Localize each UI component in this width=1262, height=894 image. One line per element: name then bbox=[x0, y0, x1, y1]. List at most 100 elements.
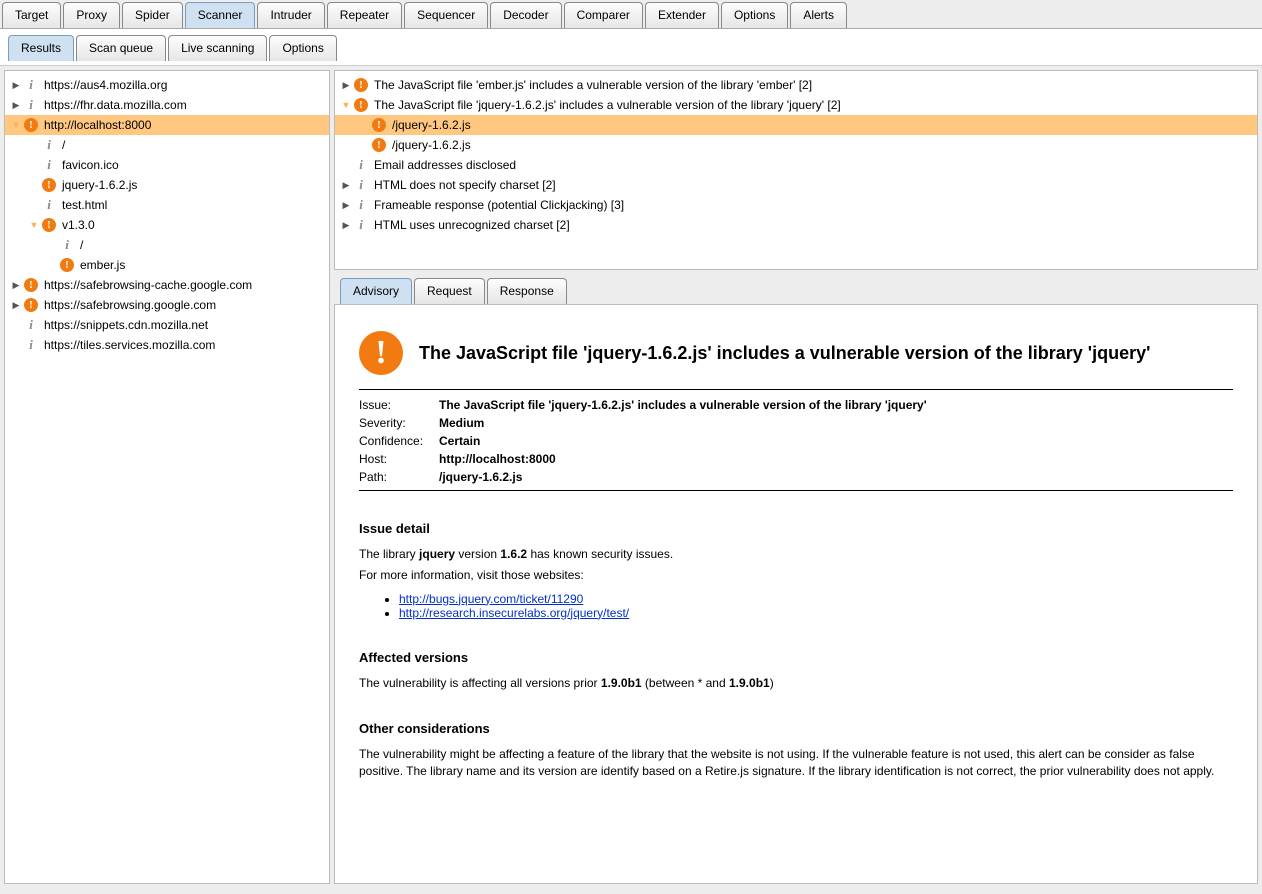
tree-row[interactable]: iEmail addresses disclosed bbox=[335, 155, 1257, 175]
info-icon: i bbox=[353, 177, 369, 193]
expand-arrow-icon[interactable]: ▶ bbox=[11, 75, 21, 95]
tree-label: / bbox=[60, 135, 65, 155]
expand-arrow-icon[interactable]: ▼ bbox=[29, 215, 39, 235]
info-icon: i bbox=[23, 97, 39, 113]
text: version bbox=[455, 547, 500, 561]
tree-label: The JavaScript file 'ember.js' includes … bbox=[372, 75, 812, 95]
issue-detail-more: For more information, visit those websit… bbox=[359, 567, 1233, 584]
value-severity: Medium bbox=[439, 416, 1233, 430]
warning-icon: ! bbox=[41, 217, 57, 233]
tree-label: Frameable response (potential Clickjacki… bbox=[372, 195, 624, 215]
divider bbox=[359, 490, 1233, 491]
tab-results[interactable]: Results bbox=[8, 35, 74, 61]
tab-repeater[interactable]: Repeater bbox=[327, 2, 402, 28]
tree-row[interactable]: !jquery-1.6.2.js bbox=[5, 175, 329, 195]
tree-label: HTML does not specify charset [2] bbox=[372, 175, 556, 195]
expand-arrow-icon[interactable]: ▶ bbox=[341, 75, 351, 95]
tree-row[interactable]: !/jquery-1.6.2.js bbox=[335, 135, 1257, 155]
tab-options[interactable]: Options bbox=[269, 35, 336, 61]
affected-heading: Affected versions bbox=[359, 650, 1233, 665]
expand-arrow-icon[interactable]: ▶ bbox=[11, 275, 21, 295]
info-icon: i bbox=[353, 197, 369, 213]
expand-arrow-icon[interactable]: ▶ bbox=[341, 195, 351, 215]
warning-icon: ! bbox=[41, 177, 57, 193]
warning-icon: ! bbox=[353, 97, 369, 113]
tab-intruder[interactable]: Intruder bbox=[257, 2, 324, 28]
tree-row[interactable]: ▶iFrameable response (potential Clickjac… bbox=[335, 195, 1257, 215]
tree-row[interactable]: !ember.js bbox=[5, 255, 329, 275]
label-host: Host: bbox=[359, 452, 439, 466]
tree-row[interactable]: ▼!The JavaScript file 'jquery-1.6.2.js' … bbox=[335, 95, 1257, 115]
tab-proxy[interactable]: Proxy bbox=[63, 2, 120, 28]
tab-comparer[interactable]: Comparer bbox=[564, 2, 643, 28]
warning-icon: ! bbox=[59, 257, 75, 273]
text: has known security issues. bbox=[527, 547, 673, 561]
value-issue: The JavaScript file 'jquery-1.6.2.js' in… bbox=[439, 398, 1233, 412]
other-heading: Other considerations bbox=[359, 721, 1233, 736]
tree-row[interactable]: ▶iHTML uses unrecognized charset [2] bbox=[335, 215, 1257, 235]
site-tree: ▶ihttps://aus4.mozilla.org▶ihttps://fhr.… bbox=[5, 71, 329, 359]
divider bbox=[359, 389, 1233, 390]
expand-arrow-icon[interactable]: ▶ bbox=[341, 175, 351, 195]
info-icon: i bbox=[23, 77, 39, 93]
tab-scanner[interactable]: Scanner bbox=[185, 2, 256, 28]
warning-icon: ! bbox=[23, 297, 39, 313]
main-tabbar: TargetProxySpiderScannerIntruderRepeater… bbox=[0, 0, 1262, 29]
tree-row[interactable]: ihttps://tiles.services.mozilla.com bbox=[5, 335, 329, 355]
tab-sequencer[interactable]: Sequencer bbox=[404, 2, 488, 28]
tab-response[interactable]: Response bbox=[487, 278, 567, 304]
info-icon: i bbox=[23, 317, 39, 333]
info-icon: i bbox=[41, 137, 57, 153]
tree-row[interactable]: ihttps://snippets.cdn.mozilla.net bbox=[5, 315, 329, 335]
tab-live-scanning[interactable]: Live scanning bbox=[168, 35, 267, 61]
tree-row[interactable]: ▼!http://localhost:8000 bbox=[5, 115, 329, 135]
info-icon: i bbox=[59, 237, 75, 253]
tree-row[interactable]: ▶!The JavaScript file 'ember.js' include… bbox=[335, 75, 1257, 95]
tree-label: test.html bbox=[60, 195, 107, 215]
reference-link[interactable]: http://bugs.jquery.com/ticket/11290 bbox=[399, 592, 583, 606]
expand-arrow-icon[interactable]: ▶ bbox=[11, 95, 21, 115]
tree-row[interactable]: ▶!https://safebrowsing-cache.google.com bbox=[5, 275, 329, 295]
tab-scan-queue[interactable]: Scan queue bbox=[76, 35, 166, 61]
tree-label: The JavaScript file 'jquery-1.6.2.js' in… bbox=[372, 95, 841, 115]
warning-icon: ! bbox=[371, 117, 387, 133]
tab-alerts[interactable]: Alerts bbox=[790, 2, 847, 28]
tab-extender[interactable]: Extender bbox=[645, 2, 719, 28]
warning-icon: ! bbox=[359, 331, 403, 375]
expand-arrow-icon[interactable]: ▶ bbox=[341, 215, 351, 235]
tab-decoder[interactable]: Decoder bbox=[490, 2, 561, 28]
info-icon: i bbox=[41, 197, 57, 213]
tree-row[interactable]: itest.html bbox=[5, 195, 329, 215]
affected-text: The vulnerability is affecting all versi… bbox=[359, 675, 1233, 692]
tree-row[interactable]: ▶ihttps://fhr.data.mozilla.com bbox=[5, 95, 329, 115]
reference-link-item: http://research.insecurelabs.org/jquery/… bbox=[399, 606, 1233, 620]
tree-label: jquery-1.6.2.js bbox=[60, 175, 137, 195]
expand-arrow-icon[interactable]: ▼ bbox=[11, 115, 21, 135]
right-column: ▶!The JavaScript file 'ember.js' include… bbox=[334, 70, 1258, 884]
tree-label: v1.3.0 bbox=[60, 215, 95, 235]
tab-request[interactable]: Request bbox=[414, 278, 485, 304]
tree-row[interactable]: i/ bbox=[5, 235, 329, 255]
tab-options[interactable]: Options bbox=[721, 2, 788, 28]
tree-row[interactable]: ▶!https://safebrowsing.google.com bbox=[5, 295, 329, 315]
tree-row[interactable]: !/jquery-1.6.2.js bbox=[335, 115, 1257, 135]
tree-row[interactable]: ▶iHTML does not specify charset [2] bbox=[335, 175, 1257, 195]
tab-target[interactable]: Target bbox=[2, 2, 61, 28]
lib-version: 1.6.2 bbox=[500, 547, 527, 561]
tree-row[interactable]: ▼!v1.3.0 bbox=[5, 215, 329, 235]
expand-arrow-icon[interactable]: ▶ bbox=[11, 295, 21, 315]
expand-arrow-icon[interactable]: ▼ bbox=[341, 95, 351, 115]
tree-label: /jquery-1.6.2.js bbox=[390, 135, 471, 155]
value-confidence: Certain bbox=[439, 434, 1233, 448]
subtab-wrap: ResultsScan queueLive scanningOptions bbox=[0, 29, 1262, 66]
tab-advisory[interactable]: Advisory bbox=[340, 278, 412, 304]
tree-row[interactable]: ifavicon.ico bbox=[5, 155, 329, 175]
warning-icon: ! bbox=[371, 137, 387, 153]
tree-label: / bbox=[78, 235, 83, 255]
label-confidence: Confidence: bbox=[359, 434, 439, 448]
tree-row[interactable]: ▶ihttps://aus4.mozilla.org bbox=[5, 75, 329, 95]
text: The library bbox=[359, 547, 419, 561]
tree-row[interactable]: i/ bbox=[5, 135, 329, 155]
reference-link[interactable]: http://research.insecurelabs.org/jquery/… bbox=[399, 606, 629, 620]
tab-spider[interactable]: Spider bbox=[122, 2, 183, 28]
